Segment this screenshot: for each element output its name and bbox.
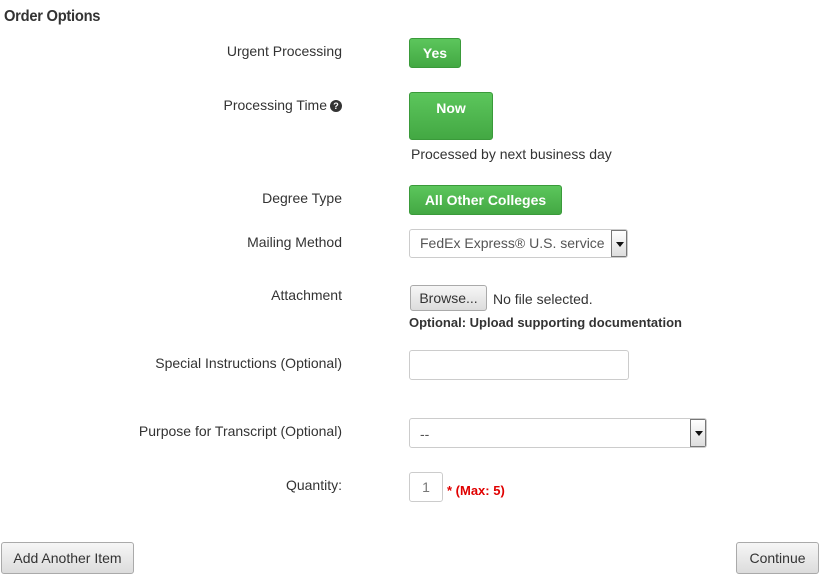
chevron-down-icon[interactable] — [690, 419, 706, 447]
degree-type-label: Degree Type — [262, 190, 342, 206]
purpose-value: -- — [420, 426, 430, 442]
attachment-label: Attachment — [271, 287, 342, 303]
special-instructions-label: Special Instructions (Optional) — [155, 355, 342, 371]
section-title: Order Options — [4, 8, 101, 25]
processing-now-button[interactable]: Now — [409, 92, 493, 140]
mailing-method-value: FedEx Express® U.S. services — [420, 235, 605, 251]
attachment-hint: Optional: Upload supporting documentatio… — [409, 315, 682, 330]
add-another-item-button[interactable]: Add Another Item — [1, 542, 134, 574]
urgent-processing-label: Urgent Processing — [226, 43, 342, 59]
processing-time-label: Processing Time? — [224, 97, 342, 113]
degree-type-button[interactable]: All Other Colleges — [409, 185, 562, 215]
chevron-down-icon[interactable] — [611, 230, 627, 257]
urgent-yes-button[interactable]: Yes — [409, 38, 461, 68]
purpose-select[interactable]: -- — [409, 418, 707, 448]
purpose-label: Purpose for Transcript (Optional) — [138, 423, 342, 439]
quantity-input[interactable]: 1 — [409, 472, 443, 502]
browse-button[interactable]: Browse... — [410, 285, 487, 311]
quantity-label: Quantity: — [285, 477, 342, 493]
mailing-method-select[interactable]: FedEx Express® U.S. services — [409, 229, 628, 258]
file-status: No file selected. — [493, 291, 593, 307]
question-circle-icon[interactable]: ? — [330, 100, 342, 112]
mailing-method-label: Mailing Method — [247, 234, 342, 250]
special-instructions-input[interactable] — [409, 350, 629, 380]
processing-time-label-text: Processing Time — [223, 97, 327, 113]
continue-button[interactable]: Continue — [736, 542, 819, 574]
quantity-max-note: * (Max: 5) — [447, 483, 505, 498]
processing-note: Processed by next business day — [411, 146, 612, 162]
